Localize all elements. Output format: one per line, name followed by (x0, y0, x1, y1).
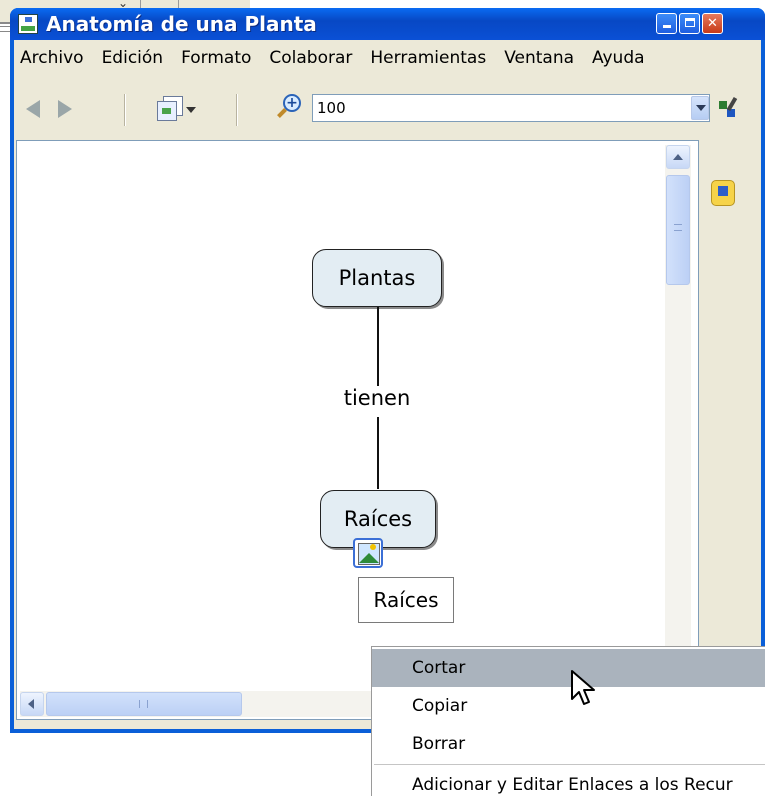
menu-ayuda[interactable]: Ayuda (580, 48, 651, 68)
horizontal-scroll-thumb[interactable] (46, 692, 242, 716)
context-menu-separator (374, 764, 765, 765)
zoom-handle (277, 108, 287, 118)
menu-archivo[interactable]: Archivo (14, 48, 90, 68)
background-window-lines (0, 26, 10, 32)
view-page-front (157, 101, 177, 121)
menu-ventana[interactable]: Ventana (492, 48, 580, 68)
resource-tooltip: Raíces (358, 577, 454, 623)
menu-herramientas[interactable]: Herramientas (358, 48, 492, 68)
zoom-in-icon[interactable]: + (277, 94, 303, 122)
context-menu: Cortar Copiar Borrar Adicionar y Editar … (371, 646, 765, 796)
map-tools-part (719, 101, 727, 109)
title-bar[interactable]: Anatomía de una Planta ✕ (10, 8, 765, 40)
main-window: Anatomía de una Planta ✕ Archivo Edición… (10, 8, 765, 733)
menu-edicion[interactable]: Edición (90, 48, 170, 68)
view-page-icon[interactable] (157, 96, 183, 121)
menu-bar: Archivo Edición Formato Colaborar Herram… (14, 40, 761, 76)
context-menu-cortar[interactable]: Cortar (372, 649, 765, 687)
minimize-icon (662, 25, 671, 28)
collaboration-icon[interactable] (711, 180, 735, 206)
toolbar-separator (236, 94, 238, 126)
toolbar-separator (124, 94, 126, 126)
view-dropdown-arrow-icon[interactable] (186, 107, 196, 113)
close-icon: ✕ (707, 16, 718, 31)
image-resource-icon[interactable] (353, 538, 383, 568)
zoom-level-input[interactable]: 100 (312, 94, 710, 122)
concept-map-canvas[interactable]: Plantas tienen Raíces Raíces (16, 140, 699, 720)
minimize-button[interactable] (656, 13, 677, 34)
forward-arrow-icon[interactable] (58, 100, 72, 118)
maximize-button[interactable] (679, 13, 700, 34)
context-menu-adicionar-enlaces[interactable]: Adicionar y Editar Enlaces a los Recur (372, 766, 765, 804)
vertical-scroll-thumb[interactable] (666, 175, 690, 285)
scroll-left-button[interactable] (20, 692, 44, 716)
maximize-icon (684, 18, 695, 27)
context-menu-borrar[interactable]: Borrar (372, 725, 765, 763)
map-tools-icon[interactable] (718, 96, 740, 119)
back-arrow-icon[interactable] (26, 100, 40, 118)
menu-colaborar[interactable]: Colaborar (257, 48, 358, 68)
image-resource-sun (370, 544, 376, 550)
window-client: Archivo Edición Formato Colaborar Herram… (14, 40, 761, 729)
window-title: Anatomía de una Planta (46, 12, 317, 36)
zoom-dropdown-button[interactable] (691, 96, 709, 120)
scroll-up-button[interactable] (666, 145, 690, 169)
link-line-lower (377, 417, 379, 489)
toolbar: + 100 (14, 80, 761, 136)
linking-phrase-tienen[interactable]: tienen (327, 386, 427, 410)
vertical-scrollbar[interactable] (665, 145, 691, 719)
cmap-app-icon (18, 14, 38, 34)
horizontal-scrollbar[interactable] (20, 691, 380, 717)
menu-formato[interactable]: Formato (169, 48, 257, 68)
link-line-upper (377, 307, 379, 387)
context-menu-copiar[interactable]: Copiar (372, 687, 765, 725)
image-resource-hill (359, 553, 379, 563)
concept-node-plantas[interactable]: Plantas (312, 249, 442, 307)
mouse-pointer-icon (571, 670, 595, 705)
close-button[interactable]: ✕ (702, 13, 723, 34)
